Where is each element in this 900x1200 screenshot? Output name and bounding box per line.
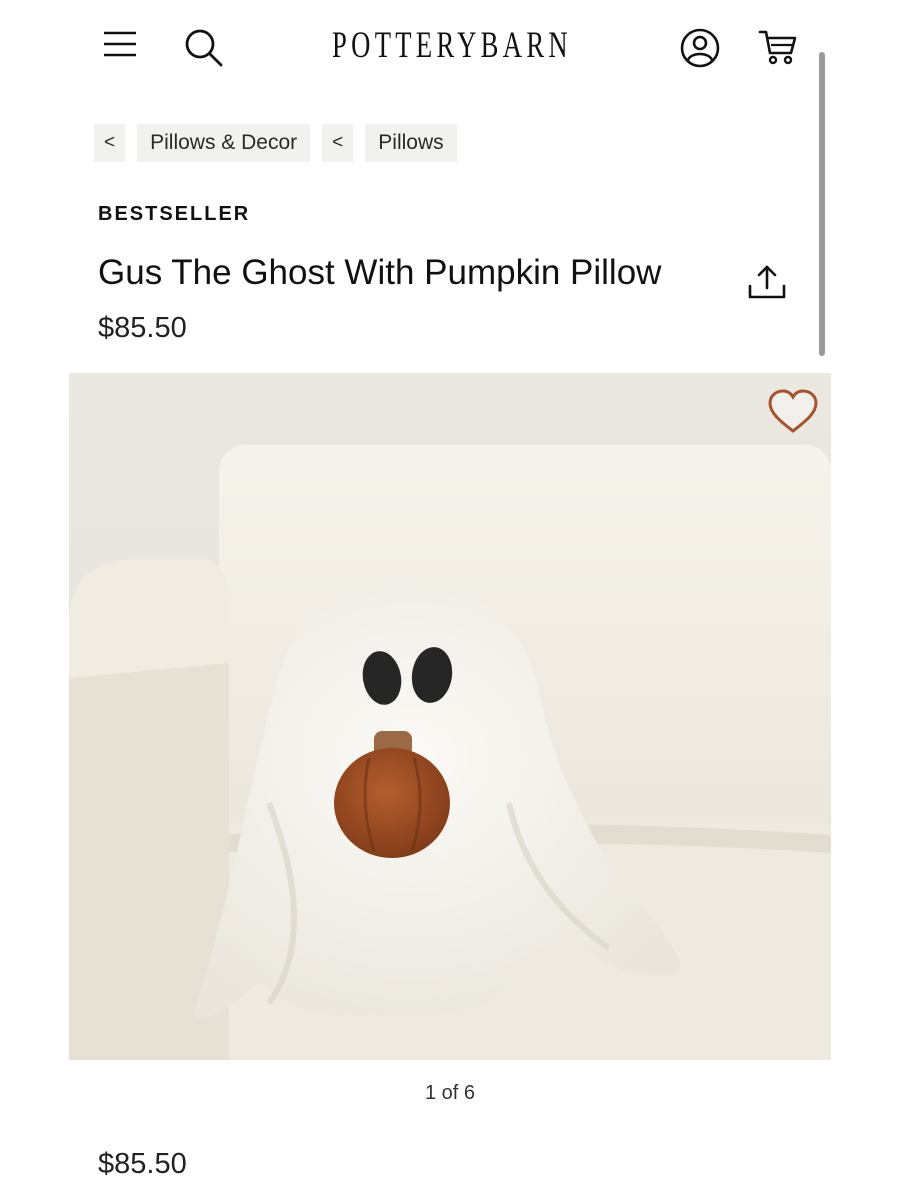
account-icon[interactable] — [678, 26, 722, 70]
scrollbar[interactable] — [819, 52, 825, 356]
search-icon[interactable] — [180, 24, 226, 70]
menu-icon[interactable] — [100, 26, 140, 62]
breadcrumb-chevron[interactable]: < — [322, 124, 354, 162]
site-logo[interactable]: POTTERYBARN — [331, 22, 573, 68]
bestseller-badge: BESTSELLER — [98, 203, 251, 225]
image-counter: 1 of 6 — [424, 1082, 476, 1104]
breadcrumb-chevron[interactable]: < — [94, 124, 126, 162]
breadcrumb-pillows-decor[interactable]: Pillows & Decor — [137, 124, 311, 162]
site-header: POTTERYBARN — [0, 0, 900, 95]
share-icon[interactable] — [746, 262, 788, 302]
heart-icon[interactable] — [766, 388, 820, 436]
product-price-bottom: $85.50 — [98, 1148, 187, 1180]
product-page: POTTERYBARN < Pillows & Decor < Pillows … — [0, 0, 900, 1200]
breadcrumb: < Pillows & Decor < Pillows — [94, 124, 457, 162]
breadcrumb-pillows[interactable]: Pillows — [365, 124, 457, 162]
product-price: $85.50 — [98, 312, 187, 344]
cart-icon[interactable] — [755, 24, 801, 70]
product-title: Gus The Ghost With Pumpkin Pillow — [98, 253, 662, 292]
product-image[interactable] — [69, 373, 831, 1060]
